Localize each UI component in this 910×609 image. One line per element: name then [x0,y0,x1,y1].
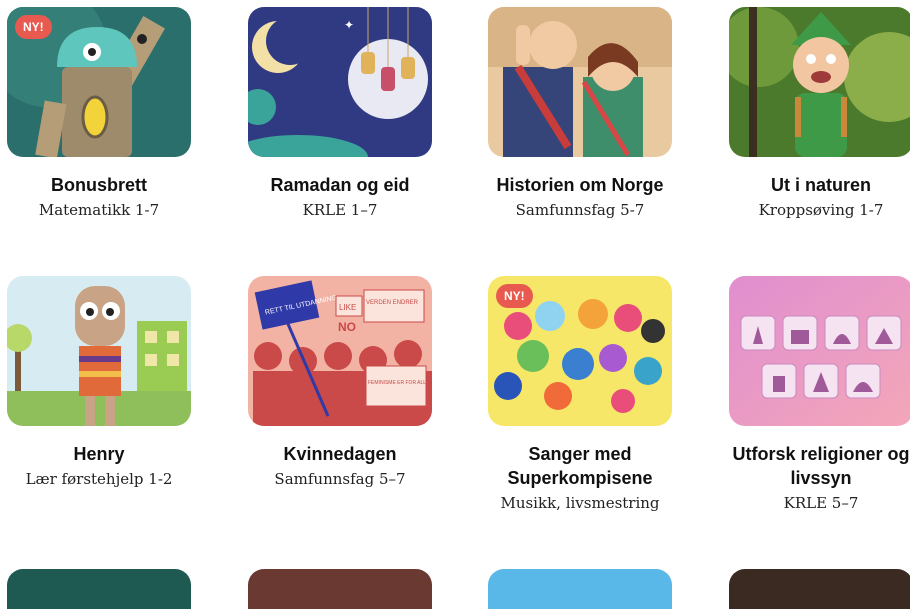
card-henry[interactable]: Henry Lær førstehjelp 1-2 [7,276,191,490]
svg-text:✦: ✦ [344,18,354,32]
history-thumbnail [488,7,672,157]
card-subject: Samfunnsfag 5-7 [515,201,645,219]
royal-couple-illustration [488,7,672,157]
card-partial-1[interactable] [7,569,191,609]
sign-text: NO [338,320,356,334]
sign-text: VERDEN ENDRER [366,300,419,306]
card-sanger-med-superkompisene[interactable]: NY! Sanger med Superkompisene Musikk, li… [488,276,672,514]
new-badge: NY! [496,284,533,308]
card-title-line: Sanger med [528,444,632,464]
card-title: Historien om Norge [496,175,664,195]
boy-in-forest-illustration [729,7,910,157]
kvinnedagen-thumbnail: RETT TIL UTDANNING LIKE VERDEN ENDRER NO… [248,276,432,426]
card-title: Kvinnedagen [283,444,397,464]
ramadan-thumbnail: ✦ [248,7,432,157]
religion-thumbnail [729,276,910,426]
protest-illustration: RETT TIL UTDANNING LIKE VERDEN ENDRER NO… [248,276,432,426]
card-title: Utforsk religioner og livssyn [729,442,910,490]
bonusbrett-thumbnail: NY! [7,7,191,157]
card-subject: Musikk, livsmestring [500,494,660,512]
card-utforsk-religioner[interactable]: Utforsk religioner og livssyn KRLE 5–7 [729,276,910,514]
card-subject: Lær førstehjelp 1-2 [25,470,173,488]
card-subject: Samfunnsfag 5–7 [274,470,406,488]
sign-text: FEMINISME ER FOR ALLE [368,380,430,386]
sanger-thumbnail: NY! [488,276,672,426]
card-bonusbrett[interactable]: NY! Bonusbrett Matematikk 1-7 [7,7,191,221]
card-kvinnedagen[interactable]: RETT TIL UTDANNING LIKE VERDEN ENDRER NO… [248,276,432,490]
card-title: Henry [73,444,125,464]
card-subject: KRLE 1–7 [302,201,378,219]
nature-thumbnail [729,7,910,157]
card-partial-4[interactable] [729,569,910,609]
card-historien-om-norge[interactable]: Historien om Norge Samfunnsfag 5-7 [488,7,672,221]
sign-text: LIKE [339,303,356,312]
card-ut-i-naturen[interactable]: Ut i naturen Kroppsøving 1-7 [729,7,910,221]
card-title-line: Superkompisene [507,468,653,488]
card-title: Sanger med Superkompisene [488,442,672,490]
card-title-line: livssyn [790,468,852,488]
henry-character-illustration [7,276,191,426]
card-title-line: Utforsk religioner og [732,444,910,464]
lanterns-illustration: ✦ [248,7,432,157]
card-title: Ramadan og eid [270,175,410,195]
card-title: Bonusbrett [51,175,147,195]
card-partial-2[interactable] [248,569,432,609]
card-ramadan[interactable]: ✦ Ramadan og eid KRLE 1–7 [248,7,432,221]
religious-buildings-illustration [729,276,910,426]
card-subject: Kroppsøving 1-7 [758,201,884,219]
card-partial-3[interactable] [488,569,672,609]
card-title: Ut i naturen [770,175,871,195]
new-badge: NY! [15,15,52,39]
card-subject: KRLE 5–7 [783,494,859,512]
card-subject: Matematikk 1-7 [38,201,160,219]
henry-thumbnail [7,276,191,426]
